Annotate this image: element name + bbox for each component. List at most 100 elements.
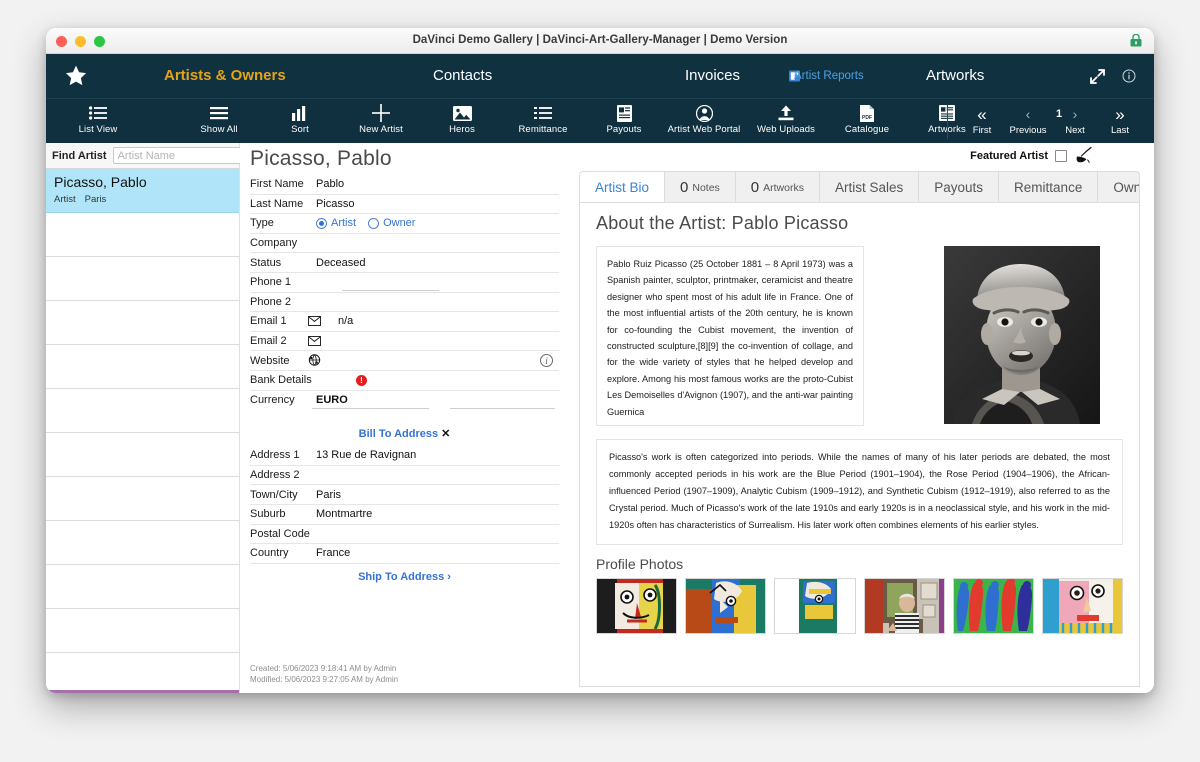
field-label: Currency [250, 394, 295, 407]
record-metadata: Created: 5/06/2023 9:18:41 AM by Admin M… [250, 663, 398, 685]
list-item[interactable] [46, 257, 239, 301]
suburb-value[interactable]: Montmartre [308, 508, 559, 520]
nav-item-contacts[interactable]: Contacts [433, 67, 492, 84]
field-row-phone-2: Phone 2 [250, 293, 559, 313]
bill-to-label: Bill To Address [358, 428, 439, 441]
modified-timestamp: Modified: 5/06/2023 9:27:05 AM by Admin [250, 675, 399, 684]
list-item-city: Paris [84, 194, 107, 205]
bank-details-alert-badge[interactable]: ! [356, 374, 367, 386]
list-icon [502, 103, 584, 123]
brush-icon[interactable] [1074, 146, 1096, 166]
artist-portrait-photo[interactable] [944, 246, 1100, 424]
envelope-icon[interactable] [308, 316, 330, 327]
toolbar-button-show-all[interactable]: Show All [178, 103, 260, 135]
status-value[interactable]: Deceased [308, 257, 559, 269]
field-row-type: Type Artist Owner [250, 214, 559, 234]
info-icon[interactable] [1122, 69, 1136, 83]
content-area: Find Artist Picasso, Pablo Artist Paris [46, 143, 1154, 693]
bio-text: Pablo Ruiz Picasso (25 October 1881 – 8 … [607, 259, 853, 417]
email-1-value[interactable]: n/a [330, 315, 559, 327]
tab-notes[interactable]: 0 Notes [665, 172, 736, 203]
list-item[interactable] [46, 213, 239, 257]
tab-artworks[interactable]: 0 Artworks [736, 172, 820, 203]
periods-text-box[interactable]: Picasso's work is often categorized into… [596, 439, 1123, 545]
envelope-icon[interactable] [308, 336, 330, 346]
artist-info-panel: Featured Artist Artist Bio 0 Notes 0 Artwo… [565, 143, 1154, 693]
profile-photo-5[interactable] [952, 578, 1034, 634]
first-page-icon: « [977, 104, 987, 124]
field-row-currency: Currency EURO [250, 391, 559, 411]
tab-payouts[interactable]: Payouts [919, 172, 1000, 203]
list-item[interactable] [46, 301, 239, 345]
profile-photo-4[interactable] [863, 578, 945, 634]
list-item[interactable] [46, 521, 239, 565]
toolbar-button-catalogue[interactable]: PDF Catalogue [826, 103, 908, 135]
expand-arrows-icon[interactable] [1089, 68, 1106, 85]
radio-option-owner[interactable]: Owner [368, 217, 415, 229]
tab-remittance[interactable]: Remittance [999, 172, 1099, 203]
country-value[interactable]: France [308, 547, 559, 559]
toolbar-button-artist-web-portal[interactable]: Artist Web Portal [663, 103, 745, 135]
tab-artist-sales[interactable]: Artist Sales [820, 172, 920, 203]
bill-to-address-header[interactable]: Bill To Address ✕ [250, 420, 559, 446]
created-timestamp: Created: 5/06/2023 9:18:41 AM by Admin [250, 664, 397, 673]
pagination-first-button[interactable]: « First [956, 103, 1008, 137]
toolbar-button-list-view[interactable]: List View [57, 103, 139, 135]
profile-photo-1[interactable] [596, 578, 678, 634]
first-name-value[interactable]: Pablo [308, 178, 559, 190]
window-title: DaVinci Demo Gallery | DaVinci-Art-Galle… [412, 34, 788, 46]
radio-option-artist[interactable]: Artist [316, 217, 356, 229]
toolbar-label: Web Uploads [757, 124, 815, 135]
toolbar-button-payouts[interactable]: Payouts [583, 103, 665, 135]
profile-photo-6[interactable] [1041, 578, 1124, 634]
bio-text-box[interactable]: Pablo Ruiz Picasso (25 October 1881 – 8 … [596, 246, 864, 426]
town-city-value[interactable]: Paris [308, 489, 559, 501]
profile-photos-section: Profile Photos [596, 556, 1124, 634]
toolbar-button-sort[interactable]: Sort [259, 103, 341, 135]
pagination-last-button[interactable]: » Last [1094, 103, 1146, 137]
list-item[interactable] [46, 653, 239, 693]
toolbar-button-remittance[interactable]: Remittance [502, 103, 584, 135]
list-item-name: Picasso, Pablo [54, 174, 147, 190]
chevron-right-icon: › [447, 570, 451, 583]
list-item[interactable] [46, 389, 239, 433]
list-item[interactable] [46, 433, 239, 477]
find-artist-label: Find Artist [52, 149, 107, 162]
nav-item-artist-reports[interactable]: Artist Reports [794, 70, 864, 82]
toolbar-label: Show All [200, 124, 238, 135]
field-label: Town/City [250, 488, 298, 501]
star-icon[interactable] [64, 64, 88, 88]
profile-photo-2[interactable] [685, 578, 767, 634]
last-name-value[interactable]: Picasso [308, 198, 559, 210]
section-divider [250, 410, 559, 420]
toolbar-button-web-uploads[interactable]: Web Uploads [745, 103, 827, 135]
profile-photo-3[interactable] [774, 578, 856, 634]
radio-dot-icon [316, 217, 327, 229]
tab-artist-bio[interactable]: Artist Bio [580, 172, 666, 203]
toolbar-button-heros[interactable]: Heros [421, 103, 503, 135]
field-row-company: Company [250, 234, 559, 254]
close-icon[interactable]: ✕ [441, 428, 450, 440]
field-label: Website [250, 354, 290, 367]
toolbar-button-new-artist[interactable]: New Artist [340, 103, 422, 135]
toolbar-label: Sort [291, 124, 309, 135]
address-1-value[interactable]: 13 Rue de Ravignan [308, 449, 559, 461]
featured-artist-checkbox[interactable] [1055, 150, 1067, 162]
list-item[interactable] [46, 609, 239, 653]
main-navigation-bar: Artists & Owners Contacts Invoices Artis… [46, 54, 1154, 98]
website-info-icon[interactable]: i [540, 354, 553, 368]
list-item[interactable] [46, 477, 239, 521]
nav-item-invoices[interactable]: Invoices [685, 67, 740, 84]
artist-bio-tab-panel: About the Artist: Pablo Picasso Pablo Ru… [579, 202, 1140, 687]
nav-item-artworks[interactable]: Artworks [926, 67, 984, 84]
list-item[interactable] [46, 565, 239, 609]
currency-value[interactable]: EURO [308, 394, 559, 406]
list-item-meta: Artist Paris [54, 194, 231, 205]
tab-label: Artist Sales [834, 180, 904, 195]
list-item[interactable]: Picasso, Pablo Artist Paris [46, 169, 239, 213]
globe-icon[interactable] [308, 354, 330, 367]
list-item[interactable] [46, 345, 239, 389]
tab-owned[interactable]: Owned [1098, 172, 1139, 203]
nav-item-artists-owners[interactable]: Artists & Owners [164, 67, 286, 84]
ship-to-address-header[interactable]: Ship To Address › [250, 564, 559, 589]
